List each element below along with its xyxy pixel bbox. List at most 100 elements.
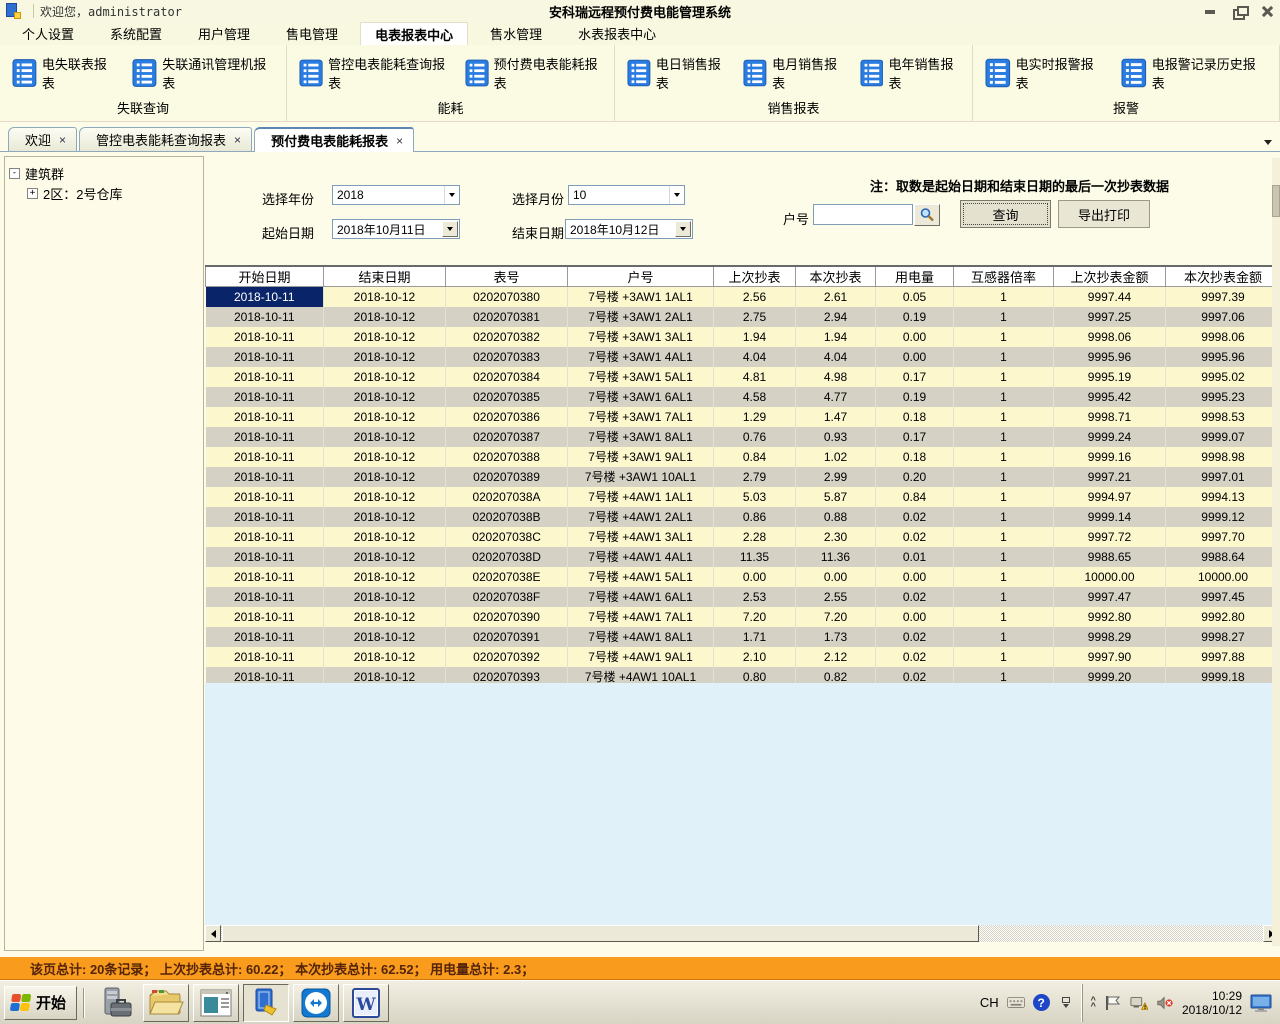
tab-管控电表能耗查询报表[interactable]: 管控电表能耗查询报表× [79,127,252,151]
table-cell[interactable]: 0.93 [796,427,876,447]
table-cell[interactable]: 2018-10-11 [206,567,324,587]
taskbar-item-word[interactable]: W [343,984,389,1022]
table-row[interactable]: 2018-10-112018-10-12020207038F7号楼 +4AW1 … [206,587,1280,607]
table-row[interactable]: 2018-10-112018-10-1202020703897号楼 +3AW1 … [206,467,1280,487]
table-cell[interactable]: 9998.06 [1054,327,1166,347]
ribbon-button-电年销售报表[interactable]: 电年销售报表 [854,51,966,95]
table-cell[interactable]: 2018-10-11 [206,547,324,567]
table-cell[interactable]: 2018-10-12 [324,547,446,567]
table-cell[interactable]: 0202070387 [446,427,568,447]
table-cell[interactable]: 0.18 [876,407,954,427]
tree-node-warehouse[interactable]: + 2区：2号仓库 [9,183,199,203]
table-cell[interactable]: 2018-10-11 [206,467,324,487]
table-cell[interactable]: 9992.80 [1054,607,1166,627]
table-cell[interactable]: 1.02 [796,447,876,467]
table-cell[interactable]: 2018-10-11 [206,607,324,627]
table-cell[interactable]: 2018-10-11 [206,507,324,527]
table-cell[interactable]: 5.87 [796,487,876,507]
table-cell[interactable]: 0.88 [796,507,876,527]
taskbar-item-acrel-app[interactable] [243,984,289,1022]
table-cell[interactable]: 9997.25 [1054,307,1166,327]
table-cell[interactable]: 10000.00 [1166,567,1280,587]
chevron-down-icon[interactable] [442,221,458,237]
table-cell[interactable]: 7号楼 +4AW1 4AL1 [568,547,714,567]
table-cell[interactable]: 0.05 [876,287,954,307]
table-cell[interactable]: 4.77 [796,387,876,407]
table-cell[interactable]: 7号楼 +4AW1 3AL1 [568,527,714,547]
table-row[interactable]: 2018-10-112018-10-1202020703807号楼 +3AW1 … [206,287,1280,307]
table-cell[interactable]: 1 [954,507,1054,527]
table-cell[interactable]: 0.17 [876,367,954,387]
tab-预付费电表能耗报表[interactable]: 预付费电表能耗报表× [254,127,414,152]
scrollbar-thumb[interactable] [222,925,979,942]
table-cell[interactable]: 9994.97 [1054,487,1166,507]
table-cell[interactable]: 0202070380 [446,287,568,307]
table-cell[interactable]: 020207038B [446,507,568,527]
chevron-down-icon[interactable] [675,221,691,237]
table-cell[interactable]: 2018-10-11 [206,487,324,507]
table-row[interactable]: 2018-10-112018-10-1202020703927号楼 +4AW1 … [206,647,1280,667]
table-cell[interactable]: 0.00 [876,567,954,587]
table-cell[interactable]: 1 [954,427,1054,447]
table-cell[interactable]: 11.35 [714,547,796,567]
year-select[interactable]: 2018 [332,185,460,205]
table-cell[interactable]: 2.30 [796,527,876,547]
table-cell[interactable]: 2018-10-12 [324,427,446,447]
table-cell[interactable]: 9995.96 [1166,347,1280,367]
table-cell[interactable]: 1 [954,367,1054,387]
ribbon-button-电月销售报表[interactable]: 电月销售报表 [737,51,849,95]
table-row[interactable]: 2018-10-112018-10-1202020703817号楼 +3AW1 … [206,307,1280,327]
table-cell[interactable]: 9997.21 [1054,467,1166,487]
table-row[interactable]: 2018-10-112018-10-12020207038D7号楼 +4AW1 … [206,547,1280,567]
table-cell[interactable]: 2.75 [714,307,796,327]
table-cell[interactable]: 2018-10-11 [206,587,324,607]
taskbar-item-window-app[interactable] [193,984,239,1022]
table-cell[interactable]: 0202070392 [446,647,568,667]
table-row[interactable]: 2018-10-112018-10-12020207038B7号楼 +4AW1 … [206,507,1280,527]
taskbar-item-teamviewer[interactable] [293,984,339,1022]
table-cell[interactable]: 9998.27 [1166,627,1280,647]
table-cell[interactable]: 2018-10-12 [324,627,446,647]
table-cell[interactable]: 2018-10-12 [324,507,446,527]
table-cell[interactable]: 9994.13 [1166,487,1280,507]
table-row[interactable]: 2018-10-112018-10-1202020703847号楼 +3AW1 … [206,367,1280,387]
taskbar-item-admin-tools[interactable] [93,984,139,1022]
table-cell[interactable]: 2018-10-11 [206,347,324,367]
flag-icon[interactable] [1104,994,1122,1012]
table-cell[interactable]: 2018-10-11 [206,407,324,427]
tree-node-root[interactable]: - 建筑群 [9,163,199,183]
network-warning-icon[interactable] [1130,994,1148,1012]
ribbon-button-电报警记录历史报表[interactable]: 电报警记录历史报表 [1115,51,1273,95]
table-cell[interactable]: 0202070391 [446,627,568,647]
table-cell[interactable]: 7号楼 +3AW1 3AL1 [568,327,714,347]
table-cell[interactable]: 9997.44 [1054,287,1166,307]
minimize-icon[interactable] [1204,5,1218,17]
table-cell[interactable]: 11.36 [796,547,876,567]
table-cell[interactable]: 0.00 [876,607,954,627]
table-cell[interactable]: 9999.16 [1054,447,1166,467]
table-cell[interactable]: 9997.72 [1054,527,1166,547]
start-button[interactable]: 开始 [4,986,77,1020]
column-header-本次抄表金额[interactable]: 本次抄表金额 [1166,266,1280,287]
table-cell[interactable]: 0202070384 [446,367,568,387]
scrollbar-thumb[interactable] [1272,185,1280,217]
table-cell[interactable]: 1 [954,627,1054,647]
table-cell[interactable]: 0.02 [876,507,954,527]
table-cell[interactable]: 9995.96 [1054,347,1166,367]
table-cell[interactable]: 1 [954,527,1054,547]
column-header-本次抄表[interactable]: 本次抄表 [796,266,876,287]
table-cell[interactable]: 9998.98 [1166,447,1280,467]
table-cell[interactable]: 0.02 [876,647,954,667]
table-cell[interactable]: 0.00 [714,567,796,587]
help-icon[interactable]: ? [1033,994,1050,1011]
chevron-down-icon[interactable] [444,186,459,204]
table-cell[interactable]: 0.00 [876,327,954,347]
table-cell[interactable]: 2.28 [714,527,796,547]
table-row[interactable]: 2018-10-112018-10-1202020703877号楼 +3AW1 … [206,427,1280,447]
table-row[interactable]: 2018-10-112018-10-12020207038C7号楼 +4AW1 … [206,527,1280,547]
table-cell[interactable]: 1.47 [796,407,876,427]
table-cell[interactable]: 2.61 [796,287,876,307]
table-cell[interactable]: 2018-10-12 [324,387,446,407]
column-header-上次抄表[interactable]: 上次抄表 [714,266,796,287]
table-cell[interactable]: 2018-10-12 [324,487,446,507]
